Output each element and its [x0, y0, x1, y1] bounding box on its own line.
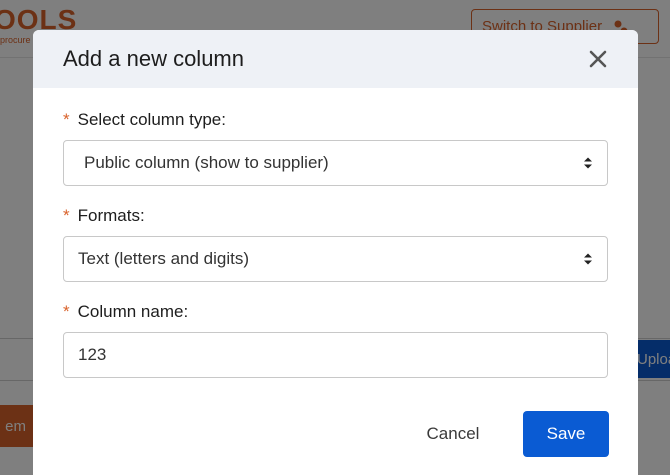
column-name-value: 123 — [78, 345, 107, 364]
dialog-header: Add a new column — [33, 30, 638, 88]
formats-select[interactable]: Text (letters and digits) — [63, 236, 608, 282]
required-marker: * — [63, 206, 70, 225]
column-type-field: * Select column type: Public column (sho… — [63, 110, 608, 186]
column-name-label-text: Column name: — [77, 302, 189, 321]
required-marker: * — [63, 110, 70, 129]
add-column-dialog: Add a new column * Select column type: P… — [33, 30, 638, 475]
formats-label: * Formats: — [63, 206, 608, 226]
select-arrows-icon — [584, 157, 592, 169]
dialog-body: * Select column type: Public column (sho… — [33, 88, 638, 378]
close-button[interactable] — [586, 47, 610, 71]
column-type-label: * Select column type: — [63, 110, 608, 130]
save-button[interactable]: Save — [523, 411, 609, 457]
dialog-footer: Cancel Save — [33, 411, 638, 457]
required-marker: * — [63, 302, 70, 321]
column-name-field: * Column name: 123 — [63, 302, 608, 378]
formats-value: Text (letters and digits) — [78, 249, 250, 268]
formats-field: * Formats: Text (letters and digits) — [63, 206, 608, 282]
column-type-label-text: Select column type: — [77, 110, 226, 129]
cancel-button[interactable]: Cancel — [403, 411, 503, 457]
close-icon — [589, 50, 607, 68]
column-name-input[interactable]: 123 — [63, 332, 608, 378]
dialog-title: Add a new column — [63, 46, 244, 71]
column-type-select[interactable]: Public column (show to supplier) — [63, 140, 608, 186]
formats-label-text: Formats: — [77, 206, 145, 225]
column-type-value: Public column (show to supplier) — [84, 153, 329, 172]
column-name-label: * Column name: — [63, 302, 608, 322]
select-arrows-icon — [584, 253, 592, 265]
